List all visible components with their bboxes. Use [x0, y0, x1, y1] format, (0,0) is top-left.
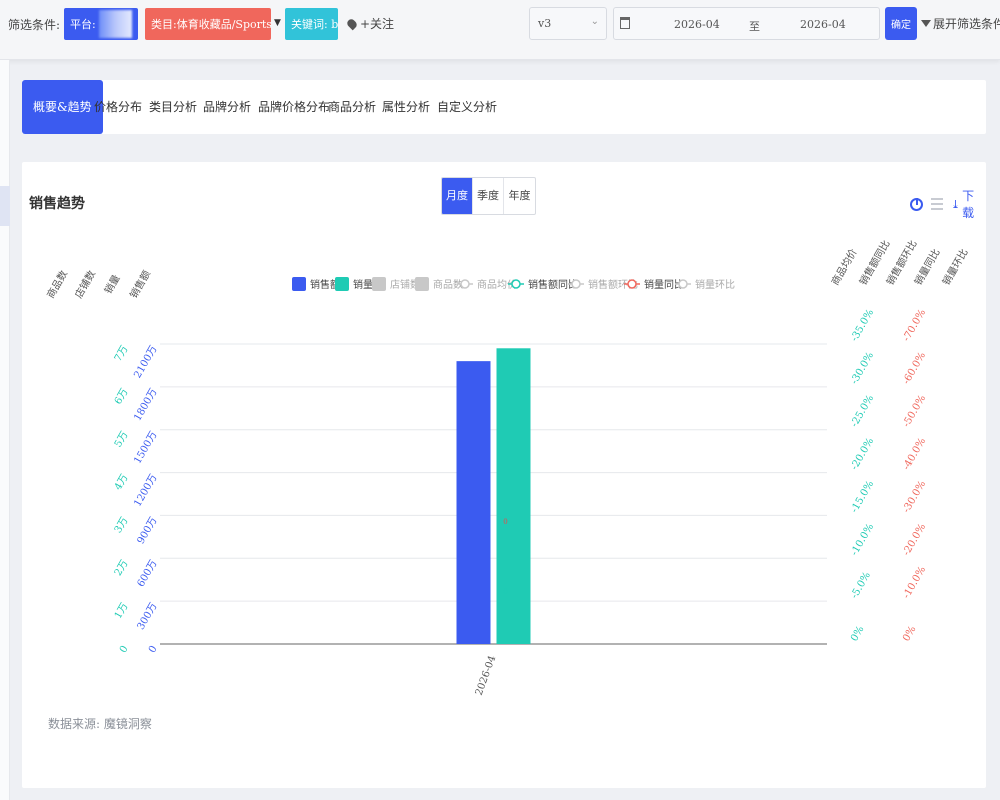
chevron-down-icon: ⌄: [590, 16, 599, 27]
data-source-note: 数据来源: 魔镜洞察: [48, 717, 152, 731]
sales-trend-panel: 销售趋势 月度 季度 年度 ⤓ 下载 销售额 销量 店铺数 商品数 商品均价 销售额同比销…: [22, 162, 986, 788]
platform-value-redacted: [98, 10, 132, 38]
confirm-button[interactable]: 确定: [885, 7, 917, 40]
y-axis-title: 销售额: [127, 268, 153, 300]
legend-swatch: [292, 277, 306, 291]
y-tick-label: 1200万: [132, 473, 159, 509]
y-tick-label: 2100万: [132, 344, 159, 380]
y-tick-label: 300万: [136, 601, 160, 632]
y2-tick-label: -10.0%: [901, 565, 928, 601]
y-tick-label: 7万: [113, 344, 131, 364]
y-tick-label: 3万: [113, 515, 131, 535]
expand-filters-label: 展开筛选条件: [933, 17, 1000, 31]
sidebar-active-marker[interactable]: [0, 186, 10, 226]
keyword-filter-tag[interactable]: 关键词: ball: [285, 8, 338, 40]
tab-price-distribution[interactable]: 价格分布: [94, 80, 142, 134]
y2-tick-label: 0%: [849, 624, 866, 643]
date-start[interactable]: 2026-04: [674, 18, 720, 31]
legend-swatch: [335, 277, 349, 291]
y-tick-label: 0: [147, 644, 160, 655]
y-tick-label: 1800万: [132, 387, 159, 423]
y-tick-label: 1万: [113, 601, 131, 621]
point-label-sales-yoy: 0: [503, 518, 507, 526]
legend-marker: [678, 279, 688, 289]
legend-marker: [511, 279, 521, 289]
y2-tick-label: -50.0%: [901, 393, 928, 429]
date-separator: 至: [749, 20, 760, 33]
date-range-picker[interactable]: 2026-04 至 2026-04: [613, 7, 880, 40]
sales-trend-chart: 销售额 销量 店铺数 商品数 商品均价 销售额同比 销售额环比 销量同比 销量环比商品数 店铺数销…: [44, 238, 971, 697]
y2-tick-label: -40.0%: [901, 436, 928, 472]
point-label-volume-yoy: 0: [503, 588, 507, 596]
tab-category-analysis[interactable]: 类目分析: [149, 80, 197, 134]
y-axis-title: 销量: [101, 272, 122, 296]
tab-attribute-analysis[interactable]: 属性分析: [382, 80, 430, 134]
category-filter-tag[interactable]: 类目:体育收藏品/Sports Collectibles: [145, 8, 271, 40]
y-tick-label: 0: [118, 644, 131, 655]
date-end[interactable]: 2026-04: [800, 18, 846, 31]
legend-label: 销量: [353, 278, 373, 291]
category-tag-label: 类目:体育收藏品/Sports Collectibles: [151, 18, 271, 31]
follow-label: +关注: [360, 17, 395, 31]
y2-tick-label: -25.0%: [849, 393, 876, 429]
legend-marker: [627, 279, 637, 289]
expand-filters-button[interactable]: 展开筛选条件: [921, 15, 1000, 32]
legend-marker: [571, 279, 581, 289]
tab-product-analysis[interactable]: 商品分析: [328, 80, 376, 134]
caret-down-icon[interactable]: ▼: [274, 18, 281, 28]
y2-tick-label: -30.0%: [849, 350, 876, 386]
calendar-icon: [620, 17, 630, 29]
legend-swatch: [372, 277, 386, 291]
y2-tick-label: -20.0%: [901, 522, 928, 558]
y2-tick-label: -20.0%: [849, 436, 876, 472]
y2-tick-label: -35.0%: [849, 308, 876, 344]
legend-swatch: [415, 277, 429, 291]
platform-tag-label: 平台:: [70, 18, 96, 31]
filter-label: 筛选条件:: [8, 18, 61, 32]
y-tick-label: 2万: [113, 558, 131, 578]
y-tick-label: 900万: [136, 515, 160, 546]
x-tick-label: 2026-04: [474, 654, 499, 697]
bar-销量: [496, 348, 531, 644]
platform-filter-tag[interactable]: 平台:: [64, 8, 138, 40]
y2-axis-title: 销量同比: [911, 246, 942, 287]
legend-label: 销量环比: [695, 278, 735, 291]
y2-tick-label: -15.0%: [849, 479, 876, 515]
y-axis-title: 店铺数: [72, 268, 98, 300]
y2-tick-label: -10.0%: [849, 522, 876, 558]
tab-brand-analysis[interactable]: 品牌分析: [203, 80, 251, 134]
tab-overview-trend[interactable]: 概要&趋势: [22, 80, 103, 134]
y-tick-label: 6万: [113, 387, 131, 407]
y2-tick-label: -30.0%: [901, 479, 928, 515]
version-select[interactable]: v3 ⌄: [529, 7, 607, 40]
analysis-tabs: 概要&趋势 价格分布 类目分析 品牌分析 品牌价格分布 商品分析 属性分析 自定…: [22, 80, 986, 134]
y2-tick-label: 0%: [901, 624, 918, 643]
filter-bar: 筛选条件: 平台: 类目:体育收藏品/Sports Collectibles ▼…: [0, 0, 1000, 60]
y-tick-label: 1500万: [132, 430, 159, 466]
y2-axis-title: 商品均价: [828, 246, 859, 287]
tab-brand-price-distribution[interactable]: 品牌价格分布: [258, 80, 330, 134]
y-tick-label: 5万: [113, 430, 131, 450]
y2-axis-title: 销量环比: [939, 246, 970, 287]
y-axis-title: 商品数: [44, 268, 70, 300]
y2-tick-label: -70.0%: [901, 308, 928, 344]
bar-销售额: [456, 361, 491, 644]
sidebar: [0, 60, 10, 800]
follow-button[interactable]: +关注: [345, 15, 395, 32]
keyword-tag-label: 关键词: ball: [291, 18, 338, 31]
y2-tick-label: -5.0%: [849, 570, 873, 600]
legend-marker: [460, 279, 470, 289]
y2-tick-label: -60.0%: [901, 350, 928, 386]
tab-custom-analysis[interactable]: 自定义分析: [437, 80, 497, 134]
pin-icon: [345, 17, 359, 30]
y-tick-label: 4万: [113, 473, 131, 493]
version-value: v3: [538, 17, 552, 30]
y-tick-label: 600万: [136, 558, 160, 589]
filter-icon: [921, 20, 931, 27]
